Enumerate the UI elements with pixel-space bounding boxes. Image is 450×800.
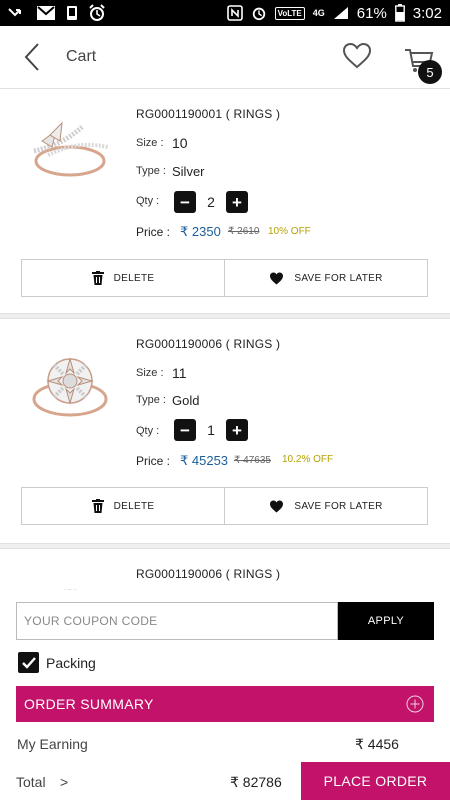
qty-increment-button[interactable]: +	[226, 191, 248, 213]
ring-image-icon	[32, 357, 108, 417]
network-type: 4G	[312, 8, 325, 18]
type-label: Type :	[136, 394, 166, 406]
save-for-later-button[interactable]: SAVE FOR LATER	[224, 488, 427, 524]
trash-icon	[91, 271, 104, 285]
checkmark-icon	[21, 656, 36, 669]
alarm-status-icon	[251, 5, 267, 21]
my-earning-value: ₹ 4456	[355, 736, 399, 752]
delete-label: DELETE	[113, 272, 155, 284]
price-value: ₹ 2350	[180, 224, 221, 239]
type-value: Silver	[172, 164, 205, 179]
order-summary-title: ORDER SUMMARY	[24, 696, 154, 712]
qty-value: 2	[207, 194, 215, 210]
qty-label: Qty :	[136, 425, 160, 437]
qty-decrement-button[interactable]: −	[174, 191, 196, 213]
total-expand-chevron[interactable]: >	[60, 774, 68, 790]
battery-icon	[394, 4, 405, 22]
size-value: 10	[172, 135, 188, 151]
back-button[interactable]	[20, 42, 44, 72]
qty-value: 1	[207, 422, 215, 438]
apply-coupon-button[interactable]: APPLY	[338, 602, 434, 640]
size-label: Size :	[136, 137, 164, 149]
volte-badge: VoLTE	[274, 6, 305, 20]
save-for-later-label: SAVE FOR LATER	[294, 500, 383, 512]
cart-count-badge: 5	[418, 60, 442, 84]
app-header: Cart 5	[0, 26, 450, 88]
item-actions: DELETE SAVE FOR LATER	[21, 259, 428, 297]
discount-badge: 10.2% OFF	[282, 454, 334, 465]
wishlist-button[interactable]	[342, 42, 374, 72]
my-earning-label: My Earning	[17, 736, 88, 752]
heart-filled-icon	[270, 499, 284, 513]
delete-button[interactable]: DELETE	[22, 260, 224, 296]
alarm-icon	[88, 4, 106, 22]
save-for-later-label: SAVE FOR LATER	[294, 272, 383, 284]
minus-icon: −	[180, 420, 190, 440]
price-label: Price :	[136, 225, 171, 239]
price-label: Price :	[136, 454, 171, 468]
order-summary-toggle[interactable]: ORDER SUMMARY	[16, 686, 434, 722]
heart-icon	[342, 42, 372, 69]
product-image[interactable]	[22, 111, 114, 203]
plus-icon: +	[232, 192, 242, 212]
heart-filled-icon	[270, 271, 284, 285]
nfc-icon	[226, 5, 243, 21]
item-actions: DELETE SAVE FOR LATER	[21, 487, 428, 525]
qty-decrement-button[interactable]: −	[174, 419, 196, 441]
original-price: ₹ 2610	[228, 226, 260, 237]
delete-label: DELETE	[113, 500, 155, 512]
packing-checkbox[interactable]	[18, 652, 39, 673]
plus-icon: +	[232, 420, 242, 440]
cart-item-card: RG0001190006 ( RINGS ) Size : 11 Type : …	[0, 318, 450, 544]
packing-label: Packing	[46, 655, 96, 671]
type-value: Gold	[172, 393, 200, 408]
page-title: Cart	[66, 48, 97, 65]
product-code: RG0001190006 ( RINGS )	[136, 337, 281, 351]
missed-call-icon	[8, 6, 26, 20]
back-arrow-icon	[24, 43, 39, 71]
total-label[interactable]: Total	[16, 774, 46, 790]
discount-badge: 10% OFF	[268, 226, 311, 237]
product-image[interactable]	[22, 341, 114, 433]
phone-notification-icon	[66, 5, 78, 21]
product-code: RG0001190001 ( RINGS )	[136, 107, 281, 121]
plus-circle-icon	[406, 695, 424, 713]
trash-icon	[91, 499, 104, 513]
delete-button[interactable]: DELETE	[22, 488, 224, 524]
coupon-code-input[interactable]	[16, 602, 338, 640]
qty-label: Qty :	[136, 195, 160, 207]
price-value: ₹ 45253	[180, 453, 229, 468]
product-code: RG0001190006 ( RINGS )	[136, 567, 281, 581]
type-label: Type :	[136, 165, 166, 177]
checkout-panel: APPLY Packing ORDER SUMMARY My Earning ₹…	[0, 590, 450, 800]
qty-increment-button[interactable]: +	[226, 419, 248, 441]
cart-item-card: RG0001190001 ( RINGS ) Size : 10 Type : …	[0, 88, 450, 314]
ring-image-icon	[33, 121, 109, 177]
status-bar: VoLTE 4G 61% 3:02	[0, 0, 450, 26]
size-value: 11	[172, 365, 187, 381]
save-for-later-button[interactable]: SAVE FOR LATER	[224, 260, 427, 296]
gmail-icon	[36, 5, 56, 21]
size-label: Size :	[136, 367, 164, 379]
place-order-button[interactable]: PLACE ORDER	[301, 762, 450, 800]
battery-percent: 61%	[356, 4, 387, 22]
clock-time: 3:02	[412, 4, 442, 22]
total-value: ₹ 82786	[230, 774, 282, 790]
minus-icon: −	[180, 192, 190, 212]
signal-icon	[333, 6, 349, 20]
original-price: ₹ 47635	[234, 455, 271, 466]
